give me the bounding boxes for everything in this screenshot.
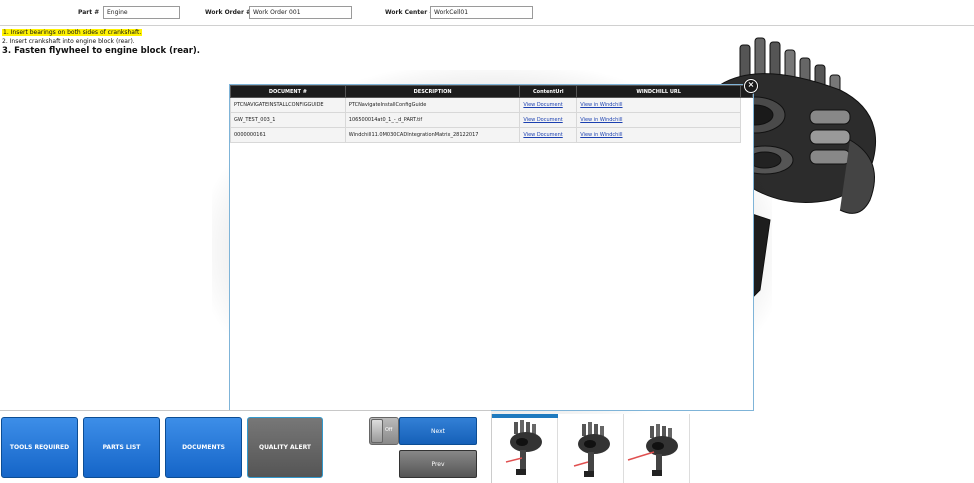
table-row: 0000000161 Windchill11.0M030CADIntegrati… xyxy=(230,127,753,143)
column-header-content-url: ContentUrl xyxy=(519,85,578,98)
documents-modal: DOCUMENT # DESCRIPTION ContentUrl WINDCH… xyxy=(229,84,754,411)
prev-button[interactable]: Prev xyxy=(399,450,477,478)
tools-required-button[interactable]: TOOLS REQUIRED xyxy=(1,417,78,478)
instruction-step-1: 1. Insert bearings on both sides of cran… xyxy=(2,29,143,36)
doc-number-cell: 0000000161 xyxy=(230,127,346,143)
work-header: Part # Engine Work Order # Work Order 00… xyxy=(0,0,974,26)
view-in-windchill-link[interactable]: View in Windchill xyxy=(580,132,622,138)
work-center-label: Work Center # xyxy=(385,9,435,16)
windchill-url-cell: View in Windchill xyxy=(576,112,742,128)
table-header-row: DOCUMENT # DESCRIPTION ContentUrl WINDCH… xyxy=(230,85,753,98)
quality-alert-button[interactable]: QUALITY ALERT xyxy=(247,417,323,478)
engine-thumbnail-icon xyxy=(505,420,542,475)
windchill-url-cell: View in Windchill xyxy=(576,97,742,113)
work-order-label: Work Order # xyxy=(205,9,252,16)
toggle-label: Off xyxy=(385,427,393,433)
row-spacer xyxy=(740,112,753,128)
content-url-cell: View Document xyxy=(519,112,578,128)
description-cell: Windchill11.0M030CADIntegrationMatrix_28… xyxy=(344,127,521,143)
part-label: Part # xyxy=(78,9,100,16)
column-header-document: DOCUMENT # xyxy=(230,85,346,98)
next-button[interactable]: Next xyxy=(399,417,477,445)
work-center-field[interactable]: WorkCell01 xyxy=(430,6,533,19)
documents-table: DOCUMENT # DESCRIPTION ContentUrl WINDCH… xyxy=(230,85,753,143)
toggle-knob xyxy=(371,419,383,443)
description-cell: PTCNavigateInstallConfigGuide xyxy=(344,97,521,113)
engine-thumbnail-icon xyxy=(573,422,610,477)
view-document-link[interactable]: View Document xyxy=(523,102,562,108)
doc-number-cell: GW_TEST_003_1 xyxy=(230,112,346,128)
view-document-link[interactable]: View Document xyxy=(523,132,562,138)
close-icon[interactable]: × xyxy=(744,79,758,93)
content-url-cell: View Document xyxy=(519,97,578,113)
step-thumbnails xyxy=(491,414,691,483)
view-in-windchill-link[interactable]: View in Windchill xyxy=(580,102,622,108)
documents-button[interactable]: DOCUMENTS xyxy=(165,417,242,478)
instruction-step-3: 3. Fasten flywheel to engine block (rear… xyxy=(2,46,201,56)
table-row: GW_TEST_003_1 106500014at0_1_-_d_PART.ti… xyxy=(230,112,753,128)
column-header-windchill-url: WINDCHILL URL xyxy=(576,85,742,98)
content-url-cell: View Document xyxy=(519,127,578,143)
step-thumbnail-1[interactable] xyxy=(492,414,558,483)
engine-thumbnail-icon xyxy=(627,424,678,476)
column-header-description: DESCRIPTION xyxy=(344,85,521,98)
table-row: PTCNAVIGATEINSTALLCONFIGGUIDE PTCNavigat… xyxy=(230,97,753,113)
windchill-url-cell: View in Windchill xyxy=(576,127,742,143)
part-field[interactable]: Engine xyxy=(103,6,180,19)
instruction-step-2: 2. Insert crankshaft into engine block (… xyxy=(2,38,135,45)
view-in-windchill-link[interactable]: View in Windchill xyxy=(580,117,622,123)
step-thumbnail-2[interactable] xyxy=(558,414,624,483)
work-order-field[interactable]: Work Order 001 xyxy=(249,6,352,19)
view-document-link[interactable]: View Document xyxy=(523,117,562,123)
parts-list-button[interactable]: PARTS LIST xyxy=(83,417,160,478)
step-thumbnail-3[interactable] xyxy=(624,414,690,483)
description-cell: 106500014at0_1_-_d_PART.tif xyxy=(344,112,521,128)
doc-number-cell: PTCNAVIGATEINSTALLCONFIGGUIDE xyxy=(230,97,346,113)
off-toggle[interactable]: Off xyxy=(369,417,399,445)
row-spacer xyxy=(740,127,753,143)
row-spacer xyxy=(740,97,753,113)
